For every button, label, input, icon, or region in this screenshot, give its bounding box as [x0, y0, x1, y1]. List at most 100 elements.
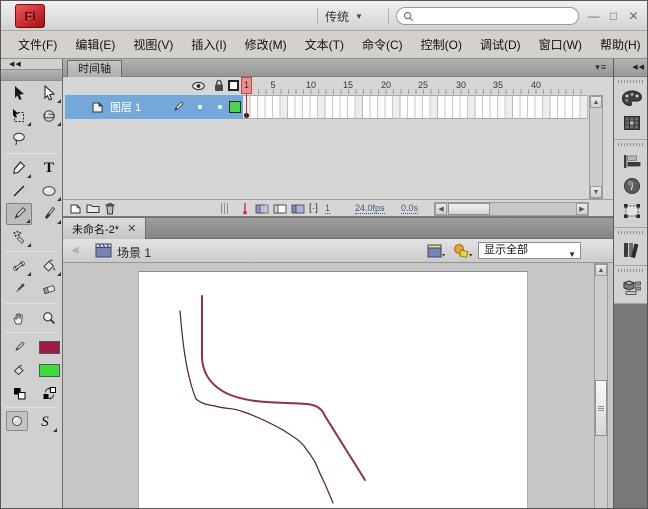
playhead[interactable]: 1 [241, 77, 252, 94]
scene-name[interactable]: 场景 1 [117, 244, 151, 261]
stage-pasteboard[interactable]: ▲ [63, 263, 613, 508]
search-box[interactable] [396, 7, 579, 25]
elapsed-time-value[interactable]: 0.0s [401, 203, 419, 214]
layer-name[interactable]: 图层 1 [110, 99, 141, 115]
eyedropper-tool-button[interactable] [6, 278, 32, 300]
scroll-up-icon[interactable]: ▲ [590, 96, 602, 108]
scrollbar-thumb[interactable] [595, 380, 607, 436]
panel-menu-icon[interactable]: ▾≡ [595, 62, 607, 73]
stage-canvas[interactable] [138, 271, 528, 508]
document-tab[interactable]: 未命名-2* ✕ [63, 218, 147, 239]
free-transform-tool-button[interactable] [6, 105, 32, 127]
components-panel-button[interactable] [617, 275, 647, 299]
pen-tool-button[interactable] [6, 157, 32, 179]
maximize-button[interactable]: □ [605, 8, 622, 24]
menu-modify[interactable]: 修改(M) [236, 31, 296, 59]
layer-outline-color-swatch[interactable] [229, 101, 241, 113]
transform-panel-button[interactable] [617, 199, 647, 223]
3d-rotation-tool-button[interactable] [36, 105, 62, 127]
panel-gripper-icon[interactable] [618, 269, 645, 272]
menu-edit[interactable]: 编辑(E) [66, 31, 124, 59]
center-frame-icon[interactable] [241, 203, 249, 215]
minimize-button[interactable]: — [585, 8, 602, 24]
pencil-mode-smooth-button[interactable]: S [32, 411, 58, 433]
object-drawing-toggle[interactable] [6, 411, 28, 431]
scroll-up-icon[interactable]: ▲ [595, 264, 607, 276]
brush-tool-button[interactable] [36, 203, 62, 225]
onion-skin-icon[interactable] [255, 203, 269, 215]
tools-panel-header [1, 69, 62, 81]
pencil-tool-button-selected[interactable] [6, 203, 32, 225]
new-folder-icon[interactable] [86, 202, 100, 214]
lock-icon[interactable] [214, 79, 224, 92]
swap-colors-button[interactable] [36, 382, 62, 404]
color-panel-button[interactable] [617, 86, 647, 110]
modify-markers-icon[interactable]: [·] [309, 203, 318, 214]
menu-commands[interactable]: 命令(C) [353, 31, 412, 59]
search-input[interactable] [418, 9, 572, 23]
panel-gripper-icon[interactable] [618, 231, 645, 234]
close-button[interactable]: ✕ [625, 8, 642, 24]
current-frame-value[interactable]: 1 [325, 203, 331, 214]
timeline-tab[interactable]: 时间轴 [67, 60, 122, 77]
menu-control[interactable]: 控制(O) [412, 31, 471, 59]
status-grip-icon[interactable] [221, 203, 229, 214]
new-layer-icon[interactable] [69, 202, 82, 215]
scroll-down-icon[interactable]: ▼ [590, 186, 602, 198]
lasso-tool-button[interactable] [6, 128, 32, 150]
line-tool-button[interactable] [6, 180, 32, 202]
stage-vertical-scrollbar[interactable]: ▲ [594, 263, 608, 508]
menu-view[interactable]: 视图(V) [124, 31, 182, 59]
edit-symbols-icon[interactable] [453, 243, 473, 259]
edit-scene-icon[interactable] [427, 244, 445, 258]
align-panel-button[interactable] [617, 149, 647, 173]
selection-tool-button[interactable] [6, 82, 32, 104]
bone-tool-button[interactable] [6, 255, 32, 277]
timeline-horizontal-scrollbar[interactable]: ◀ ▶ [434, 202, 589, 216]
scroll-left-icon[interactable]: ◀ [435, 203, 447, 215]
scroll-right-icon[interactable]: ▶ [576, 203, 588, 215]
collapse-panel-icon[interactable]: ◀◀ [1, 59, 62, 69]
subselection-tool-button[interactable] [36, 82, 62, 104]
scrollbar-thumb[interactable] [448, 203, 490, 215]
show-hide-eye-icon[interactable] [192, 81, 205, 91]
timeline-vertical-scrollbar[interactable]: ▲ ▼ [589, 95, 603, 199]
fill-color-swatch[interactable] [36, 359, 62, 381]
back-arrow-icon[interactable]: ◀ [71, 245, 79, 256]
zoom-level-select[interactable]: 显示全部 ▼ [478, 242, 581, 259]
panel-gripper-icon[interactable] [618, 80, 645, 83]
outline-view-icon[interactable] [228, 80, 239, 91]
delete-layer-trash-icon[interactable] [104, 202, 116, 215]
document-tab-bar: 未命名-2* ✕ [63, 217, 613, 239]
swatches-panel-button[interactable] [617, 111, 647, 135]
layer-unlocked-dot-icon[interactable] [218, 105, 222, 109]
onion-skin-outlines-icon[interactable] [273, 203, 287, 215]
menu-file[interactable]: 文件(F) [9, 31, 66, 59]
menu-window[interactable]: 窗口(W) [530, 31, 591, 59]
library-panel-button[interactable] [617, 237, 647, 261]
workspace-switcher-button[interactable]: 传统 ▼ [325, 1, 363, 31]
panel-gripper-icon[interactable] [618, 143, 645, 146]
stroke-color-swatch[interactable] [36, 336, 62, 358]
menu-text[interactable]: 文本(T) [296, 31, 353, 59]
dock-section-color [614, 77, 647, 140]
collapse-dock-icon[interactable]: ◀◀ [614, 59, 647, 77]
frame-rate-value[interactable]: 24.0fps [355, 203, 385, 214]
frame-grid[interactable] [243, 95, 588, 119]
menu-debug[interactable]: 调试(D) [471, 31, 530, 59]
close-document-icon[interactable]: ✕ [127, 222, 136, 235]
layer-visible-dot-icon[interactable] [198, 105, 202, 109]
hand-tool-button[interactable] [6, 307, 32, 329]
text-tool-button[interactable]: T [36, 157, 62, 179]
deco-tool-button[interactable] [6, 226, 32, 248]
edit-multiple-frames-icon[interactable] [291, 203, 305, 215]
paint-bucket-tool-button[interactable] [36, 255, 62, 277]
eraser-tool-button[interactable] [36, 278, 62, 300]
menu-insert[interactable]: 插入(I) [182, 31, 235, 59]
layer-row[interactable]: 图层 1 [65, 95, 243, 119]
info-panel-button[interactable]: i [617, 174, 647, 198]
menu-help[interactable]: 帮助(H) [591, 31, 647, 59]
oval-tool-button[interactable] [36, 180, 62, 202]
black-white-colors-button[interactable] [6, 382, 32, 404]
zoom-tool-button[interactable] [36, 307, 62, 329]
